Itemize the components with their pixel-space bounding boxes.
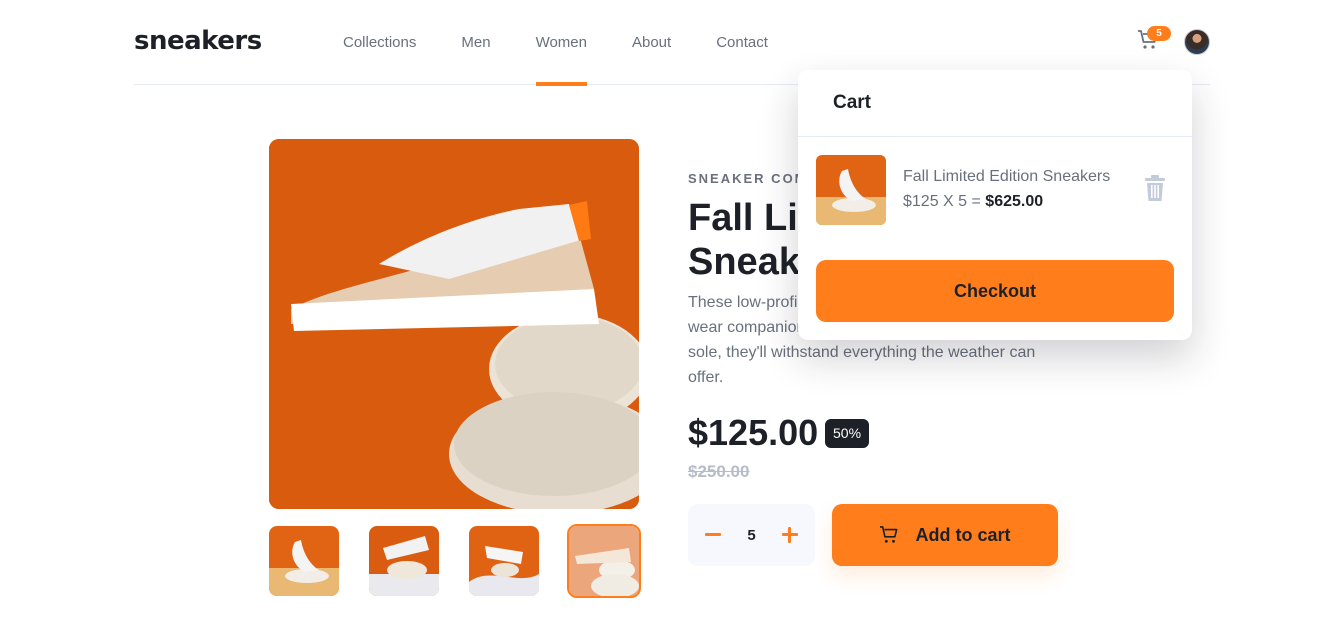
quantity-value: 5 (747, 526, 756, 544)
plus-icon[interactable] (782, 527, 798, 543)
nav-item-about[interactable]: About (632, 0, 671, 85)
minus-icon[interactable] (705, 527, 721, 543)
cart-divider (798, 136, 1192, 137)
avatar[interactable] (1184, 29, 1210, 55)
cart-item-total: $625.00 (985, 193, 1044, 210)
trash-icon[interactable] (1145, 175, 1167, 203)
cart-dropdown: Cart Fall Limited Edition Sneakers $125 … (798, 70, 1192, 340)
cart-count-badge: 5 (1147, 26, 1171, 41)
cart-item-name: Fall Limited Edition Sneakers (903, 168, 1111, 185)
original-price: $250.00 (688, 462, 750, 481)
cart-icon (880, 526, 898, 543)
main-product-image[interactable] (269, 139, 639, 509)
current-price: $125.00 (688, 412, 819, 453)
cart-item-price-line: $125 X 5 = $625.00 (903, 193, 1043, 211)
nav-item-women[interactable]: Women (535, 0, 588, 86)
nav-item-contact[interactable]: Contact (716, 0, 768, 85)
logo[interactable]: sneakers (134, 26, 262, 56)
cart-item-thumbnail (816, 155, 886, 225)
checkout-button[interactable]: Checkout (816, 260, 1174, 322)
add-to-cart-label: Add to cart (915, 524, 1011, 545)
thumbnail-2[interactable] (369, 526, 439, 596)
thumbnail-3[interactable] (469, 526, 539, 596)
nav-item-collections[interactable]: Collections (343, 0, 416, 85)
quantity-stepper: 5 (688, 504, 815, 566)
main-nav: Collections Men Women About Contact (343, 0, 813, 86)
thumbnail-4[interactable] (567, 524, 641, 598)
add-to-cart-button[interactable]: Add to cart (832, 504, 1058, 566)
thumbnail-1[interactable] (269, 526, 339, 596)
cart-title: Cart (833, 92, 872, 113)
nav-item-men[interactable]: Men (461, 0, 490, 85)
discount-badge: 50% (825, 419, 870, 448)
cart-item-calc: $125 X 5 = (903, 193, 986, 210)
thumbnail-strip (269, 524, 641, 598)
